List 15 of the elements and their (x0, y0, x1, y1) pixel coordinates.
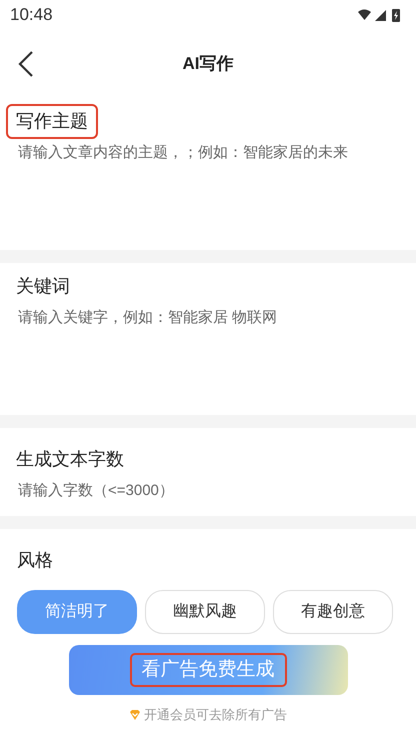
input-field[interactable]: 请输入字数（<=3000） (18, 480, 398, 502)
status-time: 10:48 (10, 4, 53, 26)
vip-icon (129, 708, 141, 721)
style-chip[interactable]: 有趣创意 (273, 590, 393, 634)
page-title: AI写作 (182, 53, 234, 76)
input-field[interactable]: 请输入关键字，例如：智能家居 物联网 (18, 307, 398, 330)
style-chip[interactable]: 幽默风趣 (145, 590, 265, 634)
field-label: 风格 (17, 549, 54, 572)
back-icon[interactable] (18, 51, 34, 77)
input-field[interactable]: 请输入文章内容的主题，；例如：智能家居的未来 (18, 142, 398, 164)
field-label: 写作主题 (6, 104, 98, 138)
vip-note: 开通会员可去除所有广告 (144, 706, 287, 724)
field-label: 生成文本字数 (15, 448, 125, 470)
field-label: 关键词 (15, 274, 71, 298)
generate-label: 看广告免费生成 (130, 652, 286, 688)
